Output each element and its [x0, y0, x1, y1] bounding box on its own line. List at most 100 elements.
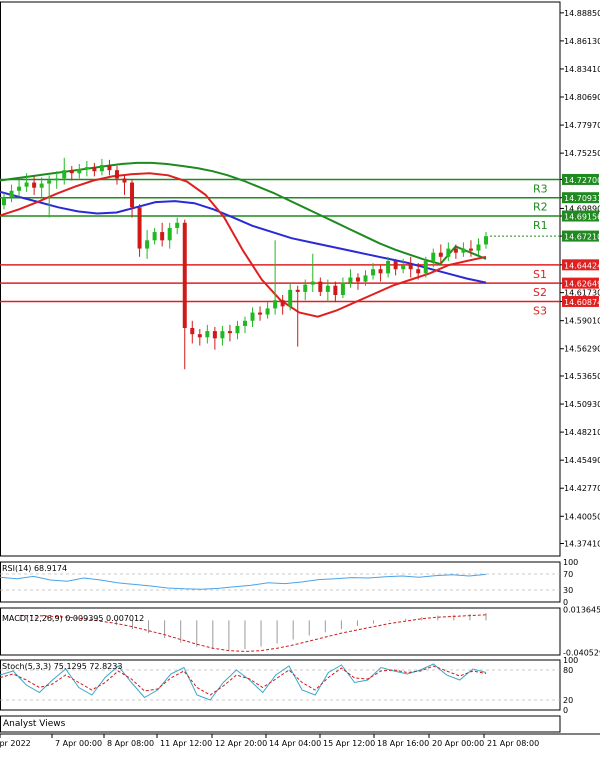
price-tick-label: 14.69156 — [564, 213, 600, 222]
price-tick-label: 14.77970 — [564, 121, 600, 130]
candle-body — [197, 334, 202, 338]
candle-body — [99, 165, 104, 172]
price-tick-label: 14.56290 — [564, 345, 600, 354]
candle-body — [130, 182, 135, 208]
price-tick-label: 14.88850 — [564, 9, 600, 18]
price-tick-label: 14.62649 — [564, 280, 600, 289]
candle-body — [114, 170, 119, 179]
candle-body — [24, 182, 29, 187]
candle-body — [137, 207, 142, 249]
candle-body — [62, 170, 67, 179]
candle-body — [17, 186, 22, 191]
candle-body — [160, 232, 165, 241]
candle-body — [205, 331, 210, 338]
price-tick-label: 14.75250 — [564, 149, 600, 158]
price-tick-label: 14.59010 — [564, 317, 600, 326]
candle-body — [423, 260, 428, 274]
candle-body — [9, 190, 14, 197]
candle-body — [69, 170, 74, 174]
rsi-tick-label: 100 — [563, 558, 578, 567]
candle-body — [2, 196, 6, 206]
candle-body — [273, 300, 278, 309]
x-tick-label: 11 Apr 12:00 — [160, 739, 212, 748]
candle-body — [250, 312, 255, 321]
candle-body — [476, 244, 481, 251]
level-label-r1: R1 — [533, 219, 548, 232]
chart-svg: 14.88850 14.86130 14.83410 14.80690 14.77970… — [0, 0, 600, 754]
price-tick-label: 14.50930 — [564, 400, 600, 409]
candle-body — [84, 167, 89, 170]
candle-body — [295, 289, 300, 292]
price-tick-label: 14.40050 — [564, 512, 600, 521]
candle-body — [446, 248, 451, 257]
candle-body — [152, 232, 157, 241]
stoch-tick-label: 0 — [563, 706, 568, 715]
level-label-s2: S2 — [533, 286, 547, 299]
stoch-label: Stoch(5,3,3) 75.1295 72.8233 — [2, 662, 122, 671]
candle-body — [363, 275, 368, 282]
candle-body — [220, 331, 225, 339]
macd-label: MACD(12,26,9) 0.009395 0.007012 — [2, 614, 144, 623]
candle-body — [32, 182, 37, 188]
candle-body — [340, 282, 345, 295]
candle-body — [386, 260, 391, 274]
candle-body — [438, 252, 443, 257]
price-tick-label: 14.67210 — [564, 233, 600, 242]
candle-body — [107, 165, 112, 171]
candle-body — [393, 260, 398, 270]
candle-body — [39, 183, 44, 188]
candle-body — [122, 178, 127, 183]
rsi-tick-label: 70 — [563, 570, 573, 579]
x-tick-label: 8 Apr 08:00 — [107, 739, 154, 748]
price-tick-label: 14.53650 — [564, 372, 600, 381]
candle-body — [318, 281, 323, 292]
candle-body — [77, 169, 82, 174]
candle-body — [47, 180, 52, 184]
price-tick-label: 14.86130 — [564, 37, 600, 46]
candle-body — [145, 240, 150, 249]
candle-body — [371, 269, 376, 276]
candle-body — [355, 277, 360, 282]
candle-body — [258, 312, 263, 315]
candle-body — [468, 248, 473, 251]
candle-body — [453, 248, 458, 253]
candle-body — [484, 236, 488, 245]
candle-body — [280, 300, 285, 307]
x-tick-label: 7 Apr 00:00 — [55, 739, 102, 748]
price-tick-label: 14.48210 — [564, 428, 600, 437]
candle-body — [190, 328, 195, 335]
rsi-label: RSI(14) 68.9174 — [2, 564, 67, 573]
x-tick-label: Apr 2022 — [0, 739, 31, 748]
x-tick-label: 12 Apr 20:00 — [215, 739, 267, 748]
candle-body — [431, 252, 436, 261]
macd-tick-label: 0.013645 — [563, 605, 600, 614]
level-label-r3: R3 — [533, 182, 548, 195]
candle-body — [54, 178, 59, 181]
chart-container: 14.88850 14.86130 14.83410 14.80690 14.77970… — [0, 0, 600, 754]
candle-body — [378, 269, 383, 274]
x-tick-label: 15 Apr 12:00 — [323, 739, 375, 748]
x-tick-label: 20 Apr 00:00 — [432, 739, 484, 748]
candle-body — [235, 325, 240, 334]
x-tick-label: 14 Apr 04:00 — [269, 739, 321, 748]
candle-body — [227, 331, 232, 334]
price-tick-label: 14.70931 — [564, 194, 600, 203]
footer-title: Analyst Views — [3, 719, 66, 729]
candle-body — [265, 308, 270, 315]
price-tick-label: 14.45490 — [564, 456, 600, 465]
candle-body — [401, 265, 406, 270]
candle-body — [92, 167, 97, 172]
price-tick-label: 14.60874 — [564, 298, 600, 307]
price-tick-label: 14.64424 — [564, 261, 600, 270]
candle-body — [348, 277, 353, 283]
level-label-s3: S3 — [533, 304, 547, 317]
price-tick-label: 14.83410 — [564, 65, 600, 74]
x-tick-label: 21 Apr 08:00 — [487, 739, 539, 748]
candle-body — [303, 284, 308, 292]
candle-body — [333, 285, 338, 295]
candle-body — [310, 281, 315, 285]
candle-body — [461, 248, 466, 253]
candle-body — [167, 227, 172, 241]
candle-body — [325, 285, 330, 292]
x-tick-label: 18 Apr 16:00 — [377, 739, 429, 748]
